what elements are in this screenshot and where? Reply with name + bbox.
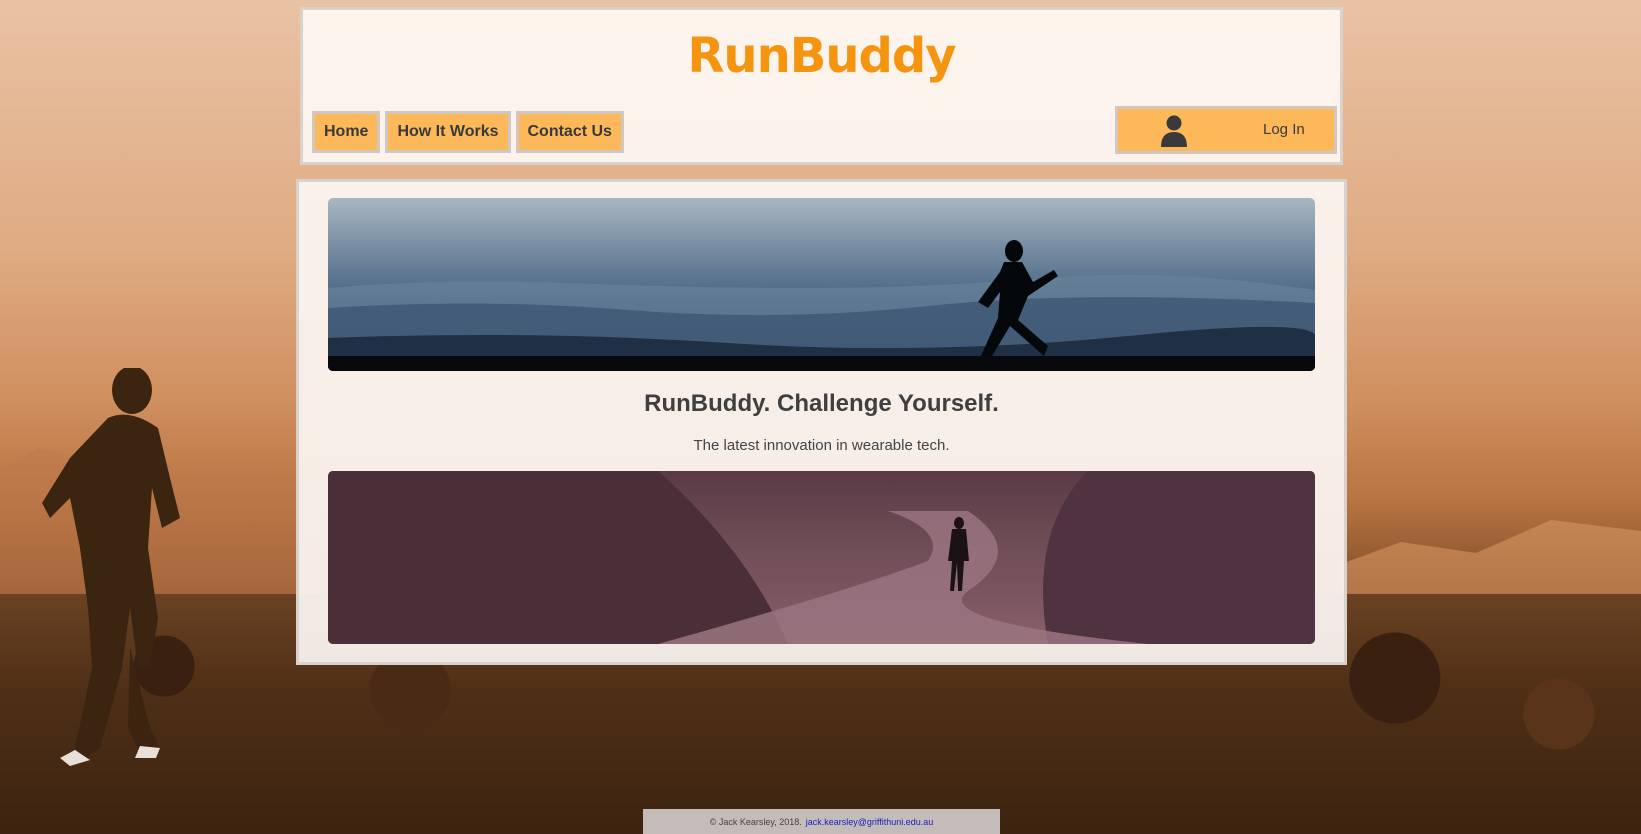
- hero-banner-image: [328, 240, 1315, 371]
- main-nav: Home How It Works Contact Us: [312, 111, 624, 153]
- site-header: RunBuddy Home How It Works Contact Us Lo…: [300, 7, 1343, 165]
- nav-contact-us-button[interactable]: Contact Us: [515, 111, 624, 153]
- tagline-subtext: The latest innovation in wearable tech.: [693, 437, 950, 454]
- tagline-heading: RunBuddy. Challenge Yourself.: [644, 390, 999, 417]
- login-button[interactable]: Log In: [1115, 106, 1337, 154]
- background-runner-silhouette: [42, 368, 180, 766]
- hero-banner-runner-silhouette: [328, 198, 1315, 371]
- user-icon: [1161, 115, 1187, 147]
- login-label: Log In: [1263, 121, 1305, 138]
- site-logo[interactable]: RunBuddy: [303, 28, 1340, 84]
- footer-copyright: © Jack Kearsley, 2018.: [709, 816, 802, 827]
- main-content: RunBuddy. Challenge Yourself. The latest…: [296, 179, 1347, 665]
- hero-banner-trail-runner: [328, 471, 1315, 644]
- nav-home-button[interactable]: Home: [312, 111, 381, 153]
- site-footer: © Jack Kearsley, 2018. jack.kearsley@gri…: [643, 809, 1000, 834]
- trail-banner-image: [328, 471, 1315, 644]
- footer-email-link[interactable]: jack.kearsley@griffithuni.edu.au: [806, 817, 934, 827]
- nav-how-it-works-button[interactable]: How It Works: [385, 111, 511, 153]
